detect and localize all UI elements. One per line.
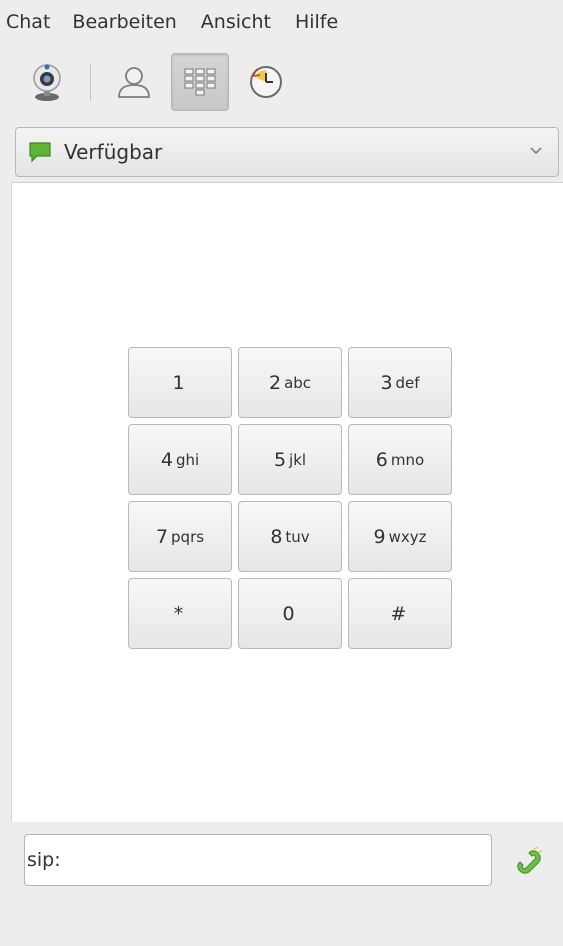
dial-key-5[interactable]: 5 jkl [238, 424, 342, 495]
dial-key-0[interactable]: 0 [238, 578, 342, 649]
dial-key-8[interactable]: 8 tuv [238, 501, 342, 572]
chevron-down-icon [530, 147, 542, 155]
menu-chat[interactable]: Chat [6, 9, 50, 35]
dial-key-hash[interactable]: # [348, 578, 452, 649]
sip-address-input[interactable] [24, 834, 492, 886]
menu-bar: Chat Bearbeiten Ansicht Hilfe [0, 0, 563, 44]
presence-label: Verfügbar [64, 140, 163, 164]
call-button[interactable] [503, 834, 555, 886]
toolbar-separator [90, 63, 91, 101]
call-history-icon [250, 66, 282, 98]
phone-call-icon [517, 846, 543, 874]
menu-ansicht[interactable]: Ansicht [201, 9, 271, 35]
dial-key-1[interactable]: 1 [128, 347, 232, 418]
dialpad-button[interactable] [171, 53, 229, 111]
dial-key-6[interactable]: 6 mno [348, 424, 452, 495]
presence-selector[interactable]: Verfügbar [15, 127, 559, 177]
menu-hilfe[interactable]: Hilfe [295, 9, 338, 35]
dial-key-2[interactable]: 2 abc [238, 347, 342, 418]
call-history-button[interactable] [237, 53, 295, 111]
menu-bearbeiten[interactable]: Bearbeiten [72, 9, 176, 35]
dialpad-panel: 1 2 abc 3 def 4 ghi 5 jkl 6 mno 7 pqrs 8 tuv 9w… [11, 182, 563, 896]
webcam-button[interactable] [18, 53, 76, 111]
webcam-icon [33, 64, 61, 101]
call-bar [11, 822, 563, 896]
toolbar [0, 50, 563, 114]
dial-key-7[interactable]: 7 pqrs [128, 501, 232, 572]
contacts-icon [118, 67, 150, 98]
dialpad-grid: 1 2 abc 3 def 4 ghi 5 jkl 6 mno 7 pqrs 8 tuv 9w… [128, 347, 452, 649]
dialpad-icon [184, 68, 216, 96]
dial-key-4[interactable]: 4 ghi [128, 424, 232, 495]
dial-key-9[interactable]: 9 wxyz [348, 501, 452, 572]
dial-key-star[interactable]: * [128, 578, 232, 649]
speech-bubble-icon [29, 142, 51, 163]
status-bar [0, 896, 563, 946]
dial-key-3[interactable]: 3 def [348, 347, 452, 418]
contacts-button[interactable] [105, 53, 163, 111]
